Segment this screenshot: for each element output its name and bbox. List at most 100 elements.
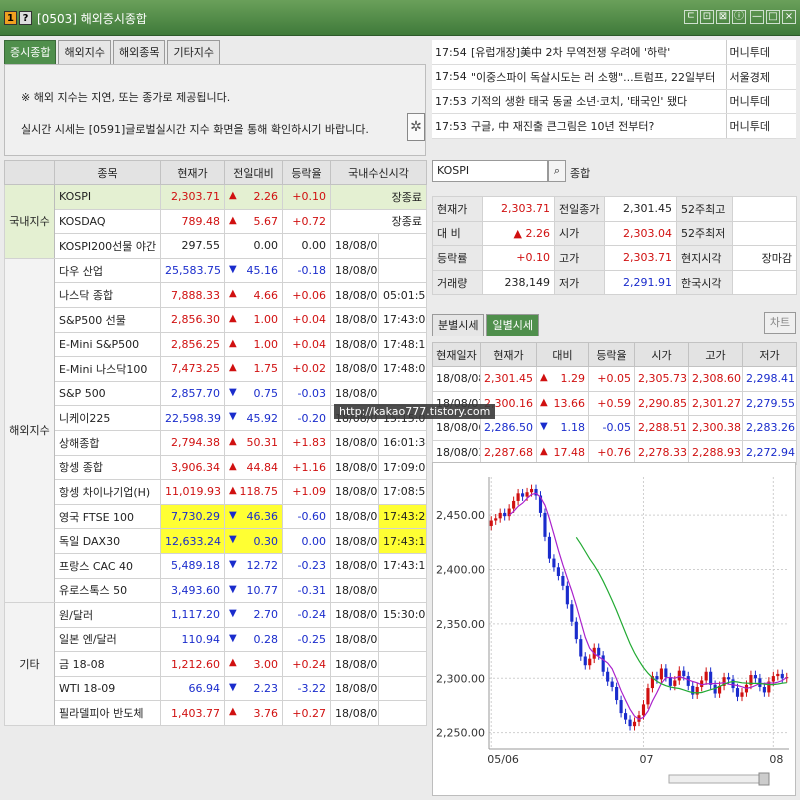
table-row[interactable]: 18/08/06 2,286.50 ▼ 1.18 -0.05 2,288.51 2,300.…: [432, 415, 797, 441]
index-name[interactable]: 금 18-08: [54, 651, 161, 677]
daily-rate: +0.59: [588, 390, 635, 417]
tab-market-summary[interactable]: 증시종합: [4, 40, 57, 64]
quote-label: 대 비: [432, 220, 483, 247]
daily-header[interactable]: 현재가: [480, 342, 537, 367]
news-source: 서울경제: [725, 64, 796, 90]
screen-number-icon[interactable]: 1: [4, 11, 17, 25]
table-row[interactable]: S&P 5002,857.70 ▼ 0.75-0.0318/08/09: [5, 380, 428, 407]
table-row[interactable]: 프랑스 CAC 405,489.18 ▼ 12.72-0.2318/08/0917:…: [5, 552, 428, 579]
index-name[interactable]: 원/달러: [54, 602, 161, 628]
news-title[interactable]: 기적의 생환 태국 동굴 소년·코치, '태국인' 됐다: [468, 89, 726, 115]
search-icon[interactable]: ⌕: [548, 160, 566, 182]
news-title[interactable]: 구글, 中 재진출 큰그림은 10년 전부터?: [468, 113, 726, 139]
chart-button[interactable]: 차트: [764, 312, 796, 334]
header-name[interactable]: 종목: [54, 160, 161, 185]
info-icon[interactable]: ⓘ: [732, 10, 746, 24]
index-name[interactable]: 항셍 종합: [54, 454, 161, 481]
index-name[interactable]: 나스닥 종합: [54, 282, 161, 308]
index-name[interactable]: 영국 FTSE 100: [54, 503, 161, 530]
index-name[interactable]: 필라델피아 반도체: [54, 700, 161, 727]
header-time[interactable]: 국내수신시각: [329, 160, 428, 185]
daily-header[interactable]: 저가: [742, 342, 797, 367]
tab-overseas-stocks[interactable]: 해외종목: [112, 40, 166, 64]
change-value: 46.36: [246, 510, 279, 524]
up-arrow-icon: ▲: [229, 706, 237, 718]
tab-minute-price[interactable]: 분별시세: [432, 314, 485, 336]
close-button[interactable]: ×: [782, 10, 796, 24]
price-cell: 66.94: [160, 675, 225, 702]
daily-header[interactable]: 등락율: [588, 342, 635, 367]
tab-overseas-index[interactable]: 해외지수: [58, 40, 111, 64]
table-row[interactable]: 기타원/달러1,117.20▼2.70-0.2418/08/0915:30:01: [4, 602, 428, 727]
receive-date: 18/08/09: [330, 454, 379, 481]
table-row[interactable]: 18/08/08 2,301.45 ▲ 1.29 +0.05 2,305.73 2,308.…: [432, 366, 797, 392]
help-icon[interactable]: ?: [19, 11, 32, 25]
index-name[interactable]: KOSPI200선물 야간: [54, 233, 161, 259]
table-row[interactable]: KOSDAQ 789.48 ▲ 5.67 +0.72 장종료: [5, 208, 428, 235]
index-name[interactable]: WTI 18-09: [54, 675, 161, 702]
minimize-button[interactable]: —: [750, 10, 764, 24]
daily-header[interactable]: 고가: [688, 342, 743, 367]
index-name[interactable]: 다우 산업: [54, 257, 161, 284]
tab-other-index[interactable]: 기타지수: [167, 40, 220, 64]
index-name[interactable]: S&P500 선물: [54, 306, 161, 333]
quote-value: 238,149: [482, 269, 555, 296]
index-name[interactable]: S&P 500: [54, 380, 161, 407]
gear-icon[interactable]: ✲: [407, 113, 425, 141]
index-name[interactable]: 독일 DAX30: [54, 528, 161, 554]
table-row[interactable]: 항셍 종합3,906.34 ▲ 44.84+1.1618/08/0917:09:02: [5, 454, 428, 481]
index-name[interactable]: 프랑스 CAC 40: [54, 552, 161, 579]
price-chart[interactable]: 2,450.00 2,400.00 2,350.00 2,300.00 2,250.00…: [432, 462, 796, 796]
index-name[interactable]: 니케이225: [54, 405, 161, 431]
table-row[interactable]: KOSPI200선물 야간297.550.000.0018/08/09: [5, 233, 428, 259]
header-change[interactable]: 전일대비: [224, 160, 283, 185]
candlestick-chart[interactable]: 2,450.00 2,400.00 2,350.00 2,300.00 2,250.00…: [433, 463, 795, 795]
index-name[interactable]: 항셍 차이나기업(H): [54, 479, 161, 505]
daily-header[interactable]: 대비: [536, 342, 589, 367]
maximize-button[interactable]: □: [766, 10, 780, 24]
table-row[interactable]: 유로스톡스 503,493.60 ▼ 10.77-0.3118/08/08: [5, 577, 428, 604]
receive-clock: [377, 380, 428, 407]
table-row[interactable]: 상해종합2,794.38 ▲ 50.31+1.8318/08/0916:01:34: [5, 429, 428, 456]
index-name[interactable]: KOSDAQ: [54, 208, 161, 235]
news-item[interactable]: 17:54: [유럽개장]美中 2차 무역전쟁 우려에 '하락' 머니투데: [432, 40, 796, 66]
table-row[interactable]: 영국 FTSE 1007,730.29 ▼ 46.36-0.6018/08/0917…: [5, 503, 428, 530]
index-name[interactable]: 유로스톡스 50: [54, 577, 161, 604]
link-icon[interactable]: ㄷ: [684, 10, 698, 24]
header-price[interactable]: 현재가: [160, 160, 225, 185]
save-icon[interactable]: ⊡: [700, 10, 714, 24]
index-name[interactable]: E-Mini S&P500: [54, 331, 161, 358]
table-row[interactable]: E-Mini S&P5002,856.25 ▲ 1.00+0.0418/08/091…: [5, 331, 428, 358]
table-row[interactable]: 독일 DAX3012,633.24 ▼ 0.300.0018/08/0917:43:…: [5, 528, 428, 554]
table-row[interactable]: 필라델피아 반도체1,403.77 ▲ 3.76+0.2718/08/08: [5, 700, 428, 727]
table-row[interactable]: E-Mini 나스닥1007,473.25 ▲ 1.75+0.0218/08/091…: [5, 356, 428, 382]
news-title[interactable]: "이중스파이 독살시도는 러 소행"...트럼프, 22일부터: [468, 64, 726, 90]
table-row[interactable]: 해외지수다우 산업25,583.75▼45.16-0.1818/08/09: [4, 257, 428, 604]
table-row[interactable]: 일본 엔/달러110.94 ▼ 0.28-0.2518/08/09: [5, 626, 428, 653]
index-name[interactable]: E-Mini 나스닥100: [54, 356, 161, 382]
index-code-input[interactable]: KOSPI: [432, 160, 548, 182]
table-row[interactable]: 나스닥 종합7,888.33 ▲ 4.66+0.0618/08/0905:01:59: [5, 282, 428, 308]
daily-change: ▼ 1.18: [536, 415, 589, 441]
news-title[interactable]: [유럽개장]美中 2차 무역전쟁 우려에 '하락': [468, 40, 726, 66]
header-rate[interactable]: 등락율: [282, 160, 331, 185]
table-row[interactable]: S&P500 선물2,856.30 ▲ 1.00+0.0418/08/0917:43…: [5, 306, 428, 333]
daily-header[interactable]: 현재일자: [432, 342, 481, 367]
print-icon[interactable]: ⊠: [716, 10, 730, 24]
daily-header[interactable]: 시가: [634, 342, 689, 367]
table-row[interactable]: 국내지수 KOSPI 2,303.71 ▲ 2.26 +0.10 장종료: [4, 184, 428, 259]
table-row[interactable]: 금 18-081,212.60 ▲ 3.00+0.2418/08/08: [5, 651, 428, 677]
index-name[interactable]: KOSPI: [54, 184, 161, 210]
table-row[interactable]: 항셍 차이나기업(H)11,019.93▲118.75+1.0918/08/09…: [5, 479, 428, 505]
candle-body: [691, 685, 695, 695]
index-name[interactable]: 상해종합: [54, 429, 161, 456]
table-row[interactable]: WTI 18-0966.94 ▼ 2.23-3.2218/08/09: [5, 675, 428, 702]
index-name[interactable]: 일본 엔/달러: [54, 626, 161, 653]
news-item[interactable]: 17:53: 기적의 생환 태국 동굴 소년·코치, '태국인' 됐다 머니투데: [432, 89, 796, 115]
tab-daily-price[interactable]: 일별시세: [486, 314, 539, 336]
candle-body: [659, 668, 663, 680]
news-item[interactable]: 17:53: 구글, 中 재진출 큰그림은 10년 전부터? 머니투데: [432, 113, 796, 139]
y-tick-label: 2,250.00: [436, 727, 485, 740]
rate-cell: +1.16: [282, 454, 331, 481]
news-item[interactable]: 17:54: "이중스파이 독살시도는 러 소행"...트럼프, 22일부터 서울경…: [432, 64, 796, 90]
